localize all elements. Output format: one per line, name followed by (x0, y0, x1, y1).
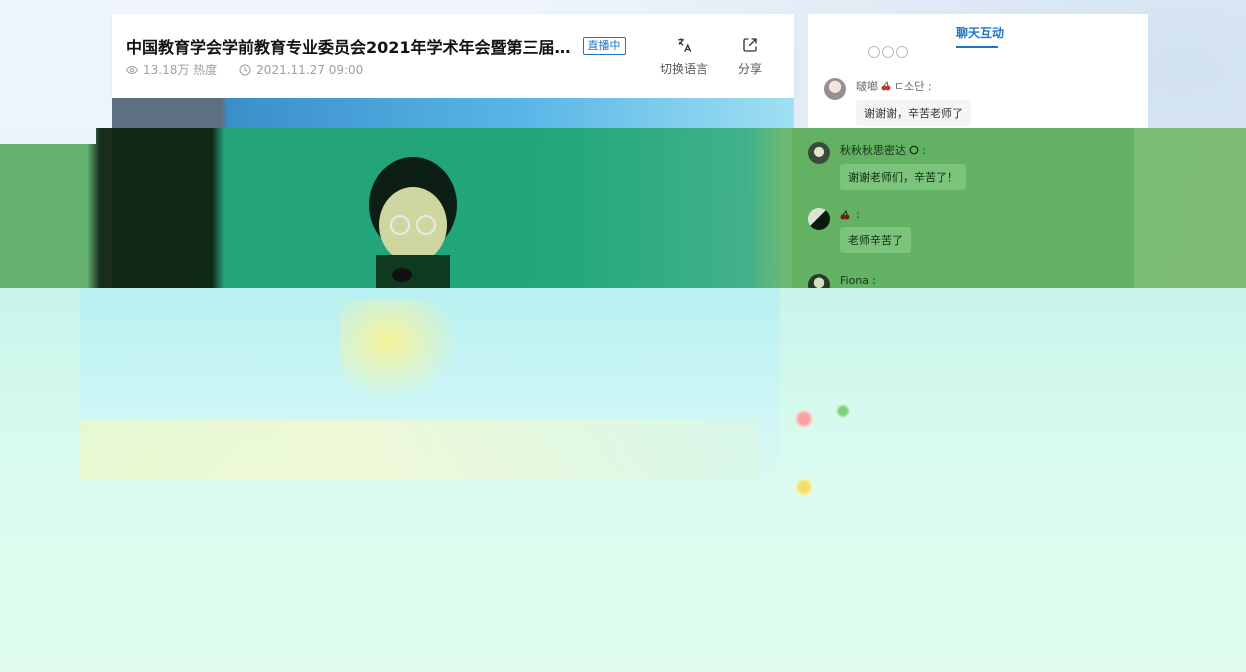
message-author: 秋秋秋思密达 : (840, 143, 926, 158)
heart-reaction-icon (795, 410, 813, 428)
title-row: 中国教育学会学前教育专业委员会2021年学术年会暨第三届… 直播中 (126, 34, 626, 58)
speech-bubble-icon (909, 145, 919, 155)
meta-row: 13.18万 热度 2021.11.27 09:00 (126, 61, 363, 78)
avatar (824, 78, 846, 100)
chat-overlay: 秋秋秋思密达 : 谢谢老师们，辛苦了！ : 老师辛苦了 Fiona : (792, 128, 1134, 296)
reaction-icon (836, 404, 850, 418)
message-body: : 老师辛苦了 (840, 208, 911, 253)
page-title: 中国教育学会学前教育专业委员会2021年学术年会暨第三届… (126, 38, 571, 57)
message-body: 秋秋秋思密达 : 谢谢老师们，辛苦了！ (840, 142, 966, 190)
chat-tabs: 聊天互动 (808, 14, 1148, 50)
start-time: 2021.11.27 09:00 (239, 61, 363, 78)
switch-language-label: 切换语言 (660, 62, 709, 76)
video-stage-strip (80, 420, 760, 480)
reaction-icons (868, 46, 908, 58)
live-status-badge: 直播中 (582, 37, 626, 55)
avatar (808, 208, 830, 230)
like-reaction-icon (795, 478, 813, 496)
video-highlight (340, 300, 460, 400)
switch-language-button[interactable]: 切换语言 (660, 36, 708, 77)
cherry-icon (881, 81, 891, 91)
live-header: 中国教育学会学前教育专业委员会2021年学术年会暨第三届… 直播中 13.18万… (112, 14, 794, 98)
message-text: 谢谢老师们，辛苦了！ (840, 164, 966, 190)
speaker-figure (369, 157, 457, 290)
views-text: 13.18万 热度 (143, 63, 218, 77)
chat-message: 秋秋秋思密达 : 谢谢老师们，辛苦了！ (808, 142, 966, 190)
glitch-band-edge (0, 128, 96, 144)
share-label: 分享 (738, 62, 763, 76)
eye-icon (126, 65, 138, 74)
message-text: 谢谢谢，辛苦老师了 (856, 100, 971, 126)
chat-message: : 老师辛苦了 (808, 208, 911, 253)
message-text: 老师辛苦了 (840, 227, 911, 253)
clock-icon (239, 64, 251, 75)
message-author: 啵啷 ㄷ소단 : (856, 80, 932, 93)
avatar (808, 142, 830, 164)
chat-message: 啵啷 ㄷ소단 : 谢谢谢，辛苦老师了 (824, 78, 971, 126)
message-author: : (840, 208, 911, 221)
start-time-text: 2021.11.27 09:00 (256, 62, 364, 77)
cherry-icon (840, 209, 850, 219)
share-icon (743, 38, 757, 52)
message-author: Fiona : (840, 274, 876, 287)
translate-icon (678, 38, 692, 53)
views-count: 13.18万 热度 (126, 61, 217, 78)
share-button[interactable]: 分享 (738, 36, 762, 77)
tab-chat-interaction[interactable]: 聊天互动 (956, 24, 1004, 41)
tab-underline (956, 46, 998, 48)
video-top-band (112, 98, 794, 128)
message-body: 啵啷 ㄷ소단 : 谢谢谢，辛苦老师了 (856, 78, 971, 126)
